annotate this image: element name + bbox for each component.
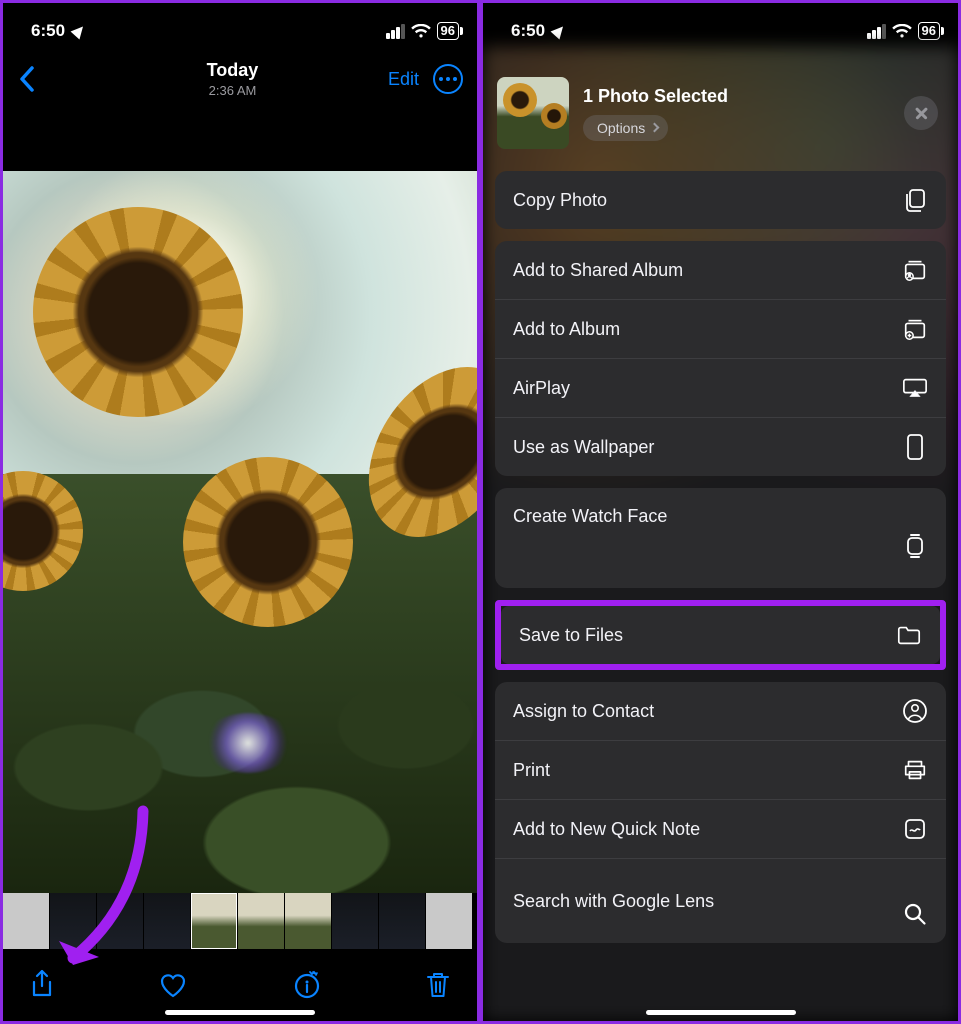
thumbnail[interactable] xyxy=(285,893,331,949)
thumbnail[interactable] xyxy=(97,893,143,949)
action-group: Add to Shared Album Add to Album AirPlay… xyxy=(495,241,946,476)
location-icon xyxy=(551,23,568,40)
info-button[interactable] xyxy=(292,970,322,1000)
action-save-to-files[interactable]: Save to Files xyxy=(501,606,940,664)
phone-right: 6:50 96 1 Photo Selected Options xyxy=(480,0,961,1024)
edit-button[interactable]: Edit xyxy=(388,69,419,90)
action-shared-album[interactable]: Add to Shared Album xyxy=(495,241,946,300)
thumbnail[interactable] xyxy=(238,893,284,949)
thumbnail[interactable] xyxy=(332,893,378,949)
action-watch-face[interactable]: Create Watch Face xyxy=(495,488,946,588)
copy-icon xyxy=(902,187,928,213)
more-button[interactable] xyxy=(433,64,463,94)
thumbnail[interactable] xyxy=(3,893,49,949)
action-label: Create Watch Face xyxy=(513,506,667,527)
thumbnail-selected[interactable] xyxy=(191,893,237,949)
share-header: 1 Photo Selected Options xyxy=(495,47,946,171)
action-quick-note[interactable]: Add to New Quick Note xyxy=(495,800,946,859)
action-wallpaper[interactable]: Use as Wallpaper xyxy=(495,418,946,476)
quicknote-icon xyxy=(902,816,928,842)
battery-icon: 96 xyxy=(437,22,459,40)
highlight-annotation: Save to Files xyxy=(495,600,946,670)
action-group: Copy Photo xyxy=(495,171,946,229)
action-label: AirPlay xyxy=(513,378,570,399)
chevron-right-icon xyxy=(650,123,660,133)
airplay-icon xyxy=(902,375,928,401)
location-icon xyxy=(71,23,88,40)
action-label: Use as Wallpaper xyxy=(513,437,654,458)
action-group: Assign to Contact Print Add to New Quick… xyxy=(495,682,946,943)
contact-icon xyxy=(902,698,928,724)
cellular-icon xyxy=(867,24,886,39)
share-title: 1 Photo Selected xyxy=(583,86,890,107)
watch-icon xyxy=(902,533,928,559)
action-label: Save to Files xyxy=(519,625,623,646)
shared-album-icon xyxy=(902,257,928,283)
print-icon xyxy=(902,757,928,783)
options-label: Options xyxy=(597,120,645,136)
phone-left: 6:50 96 Today 2:36 AM Edit xyxy=(0,0,480,1024)
back-button[interactable] xyxy=(17,65,35,93)
action-group: Create Watch Face xyxy=(495,488,946,588)
share-thumbnail xyxy=(497,77,569,149)
nav-subtitle: 2:36 AM xyxy=(77,83,388,98)
thumbnail[interactable] xyxy=(144,893,190,949)
favorite-button[interactable] xyxy=(158,971,188,999)
nav-title: Today xyxy=(77,60,388,81)
battery-icon: 96 xyxy=(918,22,940,40)
action-assign-contact[interactable]: Assign to Contact xyxy=(495,682,946,741)
action-google-lens[interactable]: Search with Google Lens xyxy=(495,859,946,943)
action-print[interactable]: Print xyxy=(495,741,946,800)
close-button[interactable] xyxy=(904,96,938,130)
action-label: Assign to Contact xyxy=(513,701,654,722)
action-add-album[interactable]: Add to Album xyxy=(495,300,946,359)
wifi-icon xyxy=(411,24,431,39)
cellular-icon xyxy=(386,24,405,39)
thumbnail-strip[interactable] xyxy=(3,893,477,949)
status-bar: 6:50 96 xyxy=(483,3,958,47)
album-icon xyxy=(902,316,928,342)
options-button[interactable]: Options xyxy=(583,115,668,141)
photo-viewer[interactable] xyxy=(3,171,477,949)
action-copy-photo[interactable]: Copy Photo xyxy=(495,171,946,229)
action-label: Search with Google Lens xyxy=(513,891,714,912)
thumbnail[interactable] xyxy=(426,893,472,949)
share-button[interactable] xyxy=(29,969,55,1001)
close-icon xyxy=(914,106,929,121)
photo-main[interactable] xyxy=(3,171,477,893)
search-icon xyxy=(902,901,928,927)
status-time: 6:50 xyxy=(511,21,545,41)
delete-button[interactable] xyxy=(425,970,451,1000)
action-label: Add to Shared Album xyxy=(513,260,683,281)
thumbnail[interactable] xyxy=(379,893,425,949)
folder-icon xyxy=(896,622,922,648)
status-bar: 6:50 96 xyxy=(3,3,477,47)
share-sheet: 1 Photo Selected Options Copy Photo Add … xyxy=(483,47,958,1021)
home-indicator[interactable] xyxy=(165,1010,315,1015)
action-label: Print xyxy=(513,760,550,781)
thumbnail[interactable] xyxy=(50,893,96,949)
action-airplay[interactable]: AirPlay xyxy=(495,359,946,418)
action-label: Add to New Quick Note xyxy=(513,819,700,840)
action-label: Add to Album xyxy=(513,319,620,340)
wifi-icon xyxy=(892,24,912,39)
nav-header: Today 2:36 AM Edit xyxy=(3,47,477,111)
phone-icon xyxy=(902,434,928,460)
action-label: Copy Photo xyxy=(513,190,607,211)
status-time: 6:50 xyxy=(31,21,65,41)
